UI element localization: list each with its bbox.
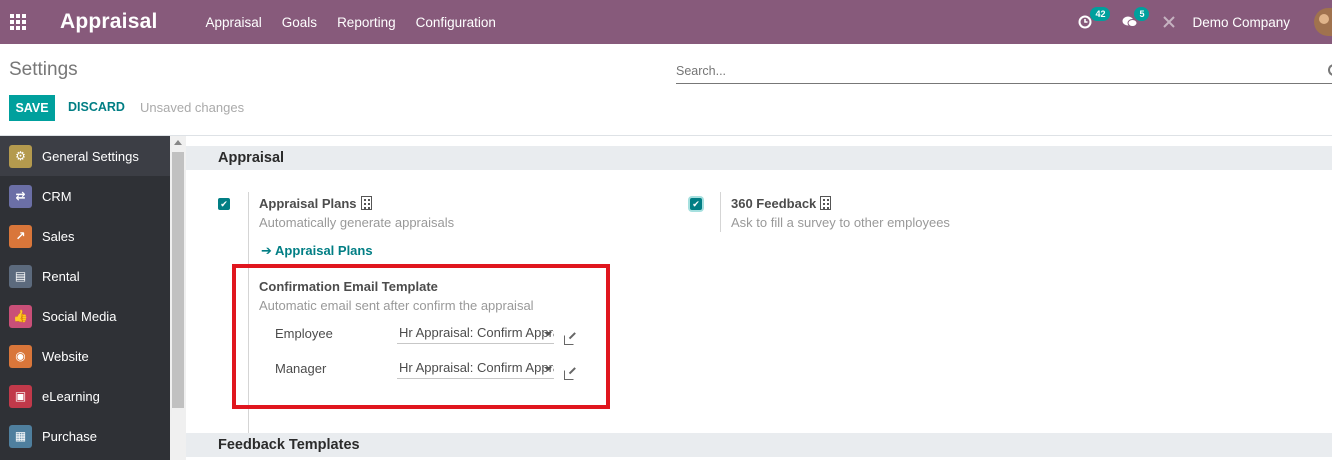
sidebar-item-label: Rental — [42, 268, 80, 284]
search-bar — [676, 60, 1332, 84]
building-icon — [360, 196, 372, 210]
tools-icon — [1163, 16, 1176, 28]
sidebar-item-elearning[interactable]: ▣ eLearning — [0, 376, 170, 416]
sidebar-item-label: Purchase — [42, 428, 97, 444]
activity-count-badge: 42 — [1090, 7, 1111, 21]
messages-button[interactable]: 5 — [1122, 7, 1150, 29]
debug-tools-button[interactable] — [1162, 15, 1176, 29]
sidebar-item-website[interactable]: ◉ Website — [0, 336, 170, 376]
user-avatar[interactable] — [1314, 8, 1332, 36]
unsaved-changes-status: Unsaved changes — [140, 100, 245, 115]
sidebar-item-label: CRM — [42, 188, 72, 204]
sidebar-item-label: eLearning — [42, 388, 100, 404]
sidebar-item-sales[interactable]: ↗ Sales — [0, 216, 170, 256]
sidebar-item-label: Website — [42, 348, 89, 364]
sidebar-item-crm[interactable]: ⇄ CRM — [0, 176, 170, 216]
menu-configuration[interactable]: Configuration — [416, 15, 496, 30]
scroll-thumb[interactable] — [172, 152, 184, 408]
menu-appraisal[interactable]: Appraisal — [206, 15, 262, 30]
divider — [720, 192, 721, 232]
highlight-box — [232, 264, 610, 409]
company-switcher[interactable]: Demo Company — [1192, 15, 1290, 30]
appraisal-plans-link[interactable]: ➔ Appraisal Plans — [261, 243, 373, 259]
discard-button[interactable]: DISCARD — [68, 100, 125, 114]
app-brand[interactable]: Appraisal — [60, 10, 158, 34]
feedback-360-description: Ask to fill a survey to other employees — [731, 215, 950, 230]
sidebar-item-social-media[interactable]: 👍 Social Media — [0, 296, 170, 336]
section-header-appraisal: Appraisal — [186, 146, 1332, 170]
appraisal-plans-checkbox[interactable]: ✔ — [218, 198, 230, 210]
feedback-360-checkbox[interactable]: ✔ — [690, 198, 702, 210]
arrow-right-icon: ➔ — [261, 243, 272, 258]
menu-goals[interactable]: Goals — [282, 15, 317, 30]
globe-icon: ◉ — [9, 344, 32, 368]
page-title: Settings — [9, 59, 78, 80]
search-icon[interactable] — [1328, 64, 1332, 76]
sidebar-item-general-settings[interactable]: ⚙ General Settings — [0, 136, 170, 176]
appraisal-plans-description: Automatically generate appraisals — [259, 215, 455, 230]
sidebar-item-label: Social Media — [42, 308, 117, 324]
sidebar-item-purchase[interactable]: ▦ Purchase — [0, 416, 170, 456]
sidebar-item-label: Sales — [42, 228, 75, 244]
sidebar-item-rental[interactable]: ▤ Rental — [0, 256, 170, 296]
rental-icon: ▤ — [9, 264, 32, 288]
section-header-feedback-templates: Feedback Templates — [186, 433, 1332, 457]
sidebar-item-label: General Settings — [42, 148, 139, 164]
menu-reporting[interactable]: Reporting — [337, 15, 396, 30]
chart-icon: ↗ — [9, 224, 32, 248]
sidebar-scrollbar[interactable] — [170, 136, 186, 460]
apps-menu-icon[interactable] — [0, 0, 36, 44]
settings-sidebar: ⚙ General Settings ⇄ CRM ↗ Sales ▤ Renta… — [0, 136, 170, 460]
save-button[interactable]: SAVE — [9, 95, 55, 121]
control-panel: Settings SAVE DISCARD Unsaved changes — [0, 44, 1332, 136]
building-icon — [820, 196, 832, 210]
handshake-icon: ⇄ — [9, 184, 32, 208]
appraisal-plans-title: Appraisal Plans — [259, 196, 372, 211]
feedback-360-title: 360 Feedback — [731, 196, 832, 211]
purchase-icon: ▦ — [9, 424, 32, 448]
search-input[interactable] — [676, 60, 1316, 82]
scroll-up-arrow-icon[interactable] — [174, 140, 182, 145]
gear-icon: ⚙ — [9, 144, 32, 168]
thumbs-up-icon: 👍 — [9, 304, 32, 328]
main-menu: Appraisal Goals Reporting Configuration — [206, 15, 516, 30]
navbar-systray: 42 5 Demo Company — [1078, 0, 1332, 44]
messages-count-badge: 5 — [1134, 7, 1150, 21]
top-navbar: Appraisal Appraisal Goals Reporting Conf… — [0, 0, 1332, 44]
activity-button[interactable]: 42 — [1078, 7, 1111, 29]
elearning-icon: ▣ — [9, 384, 32, 408]
